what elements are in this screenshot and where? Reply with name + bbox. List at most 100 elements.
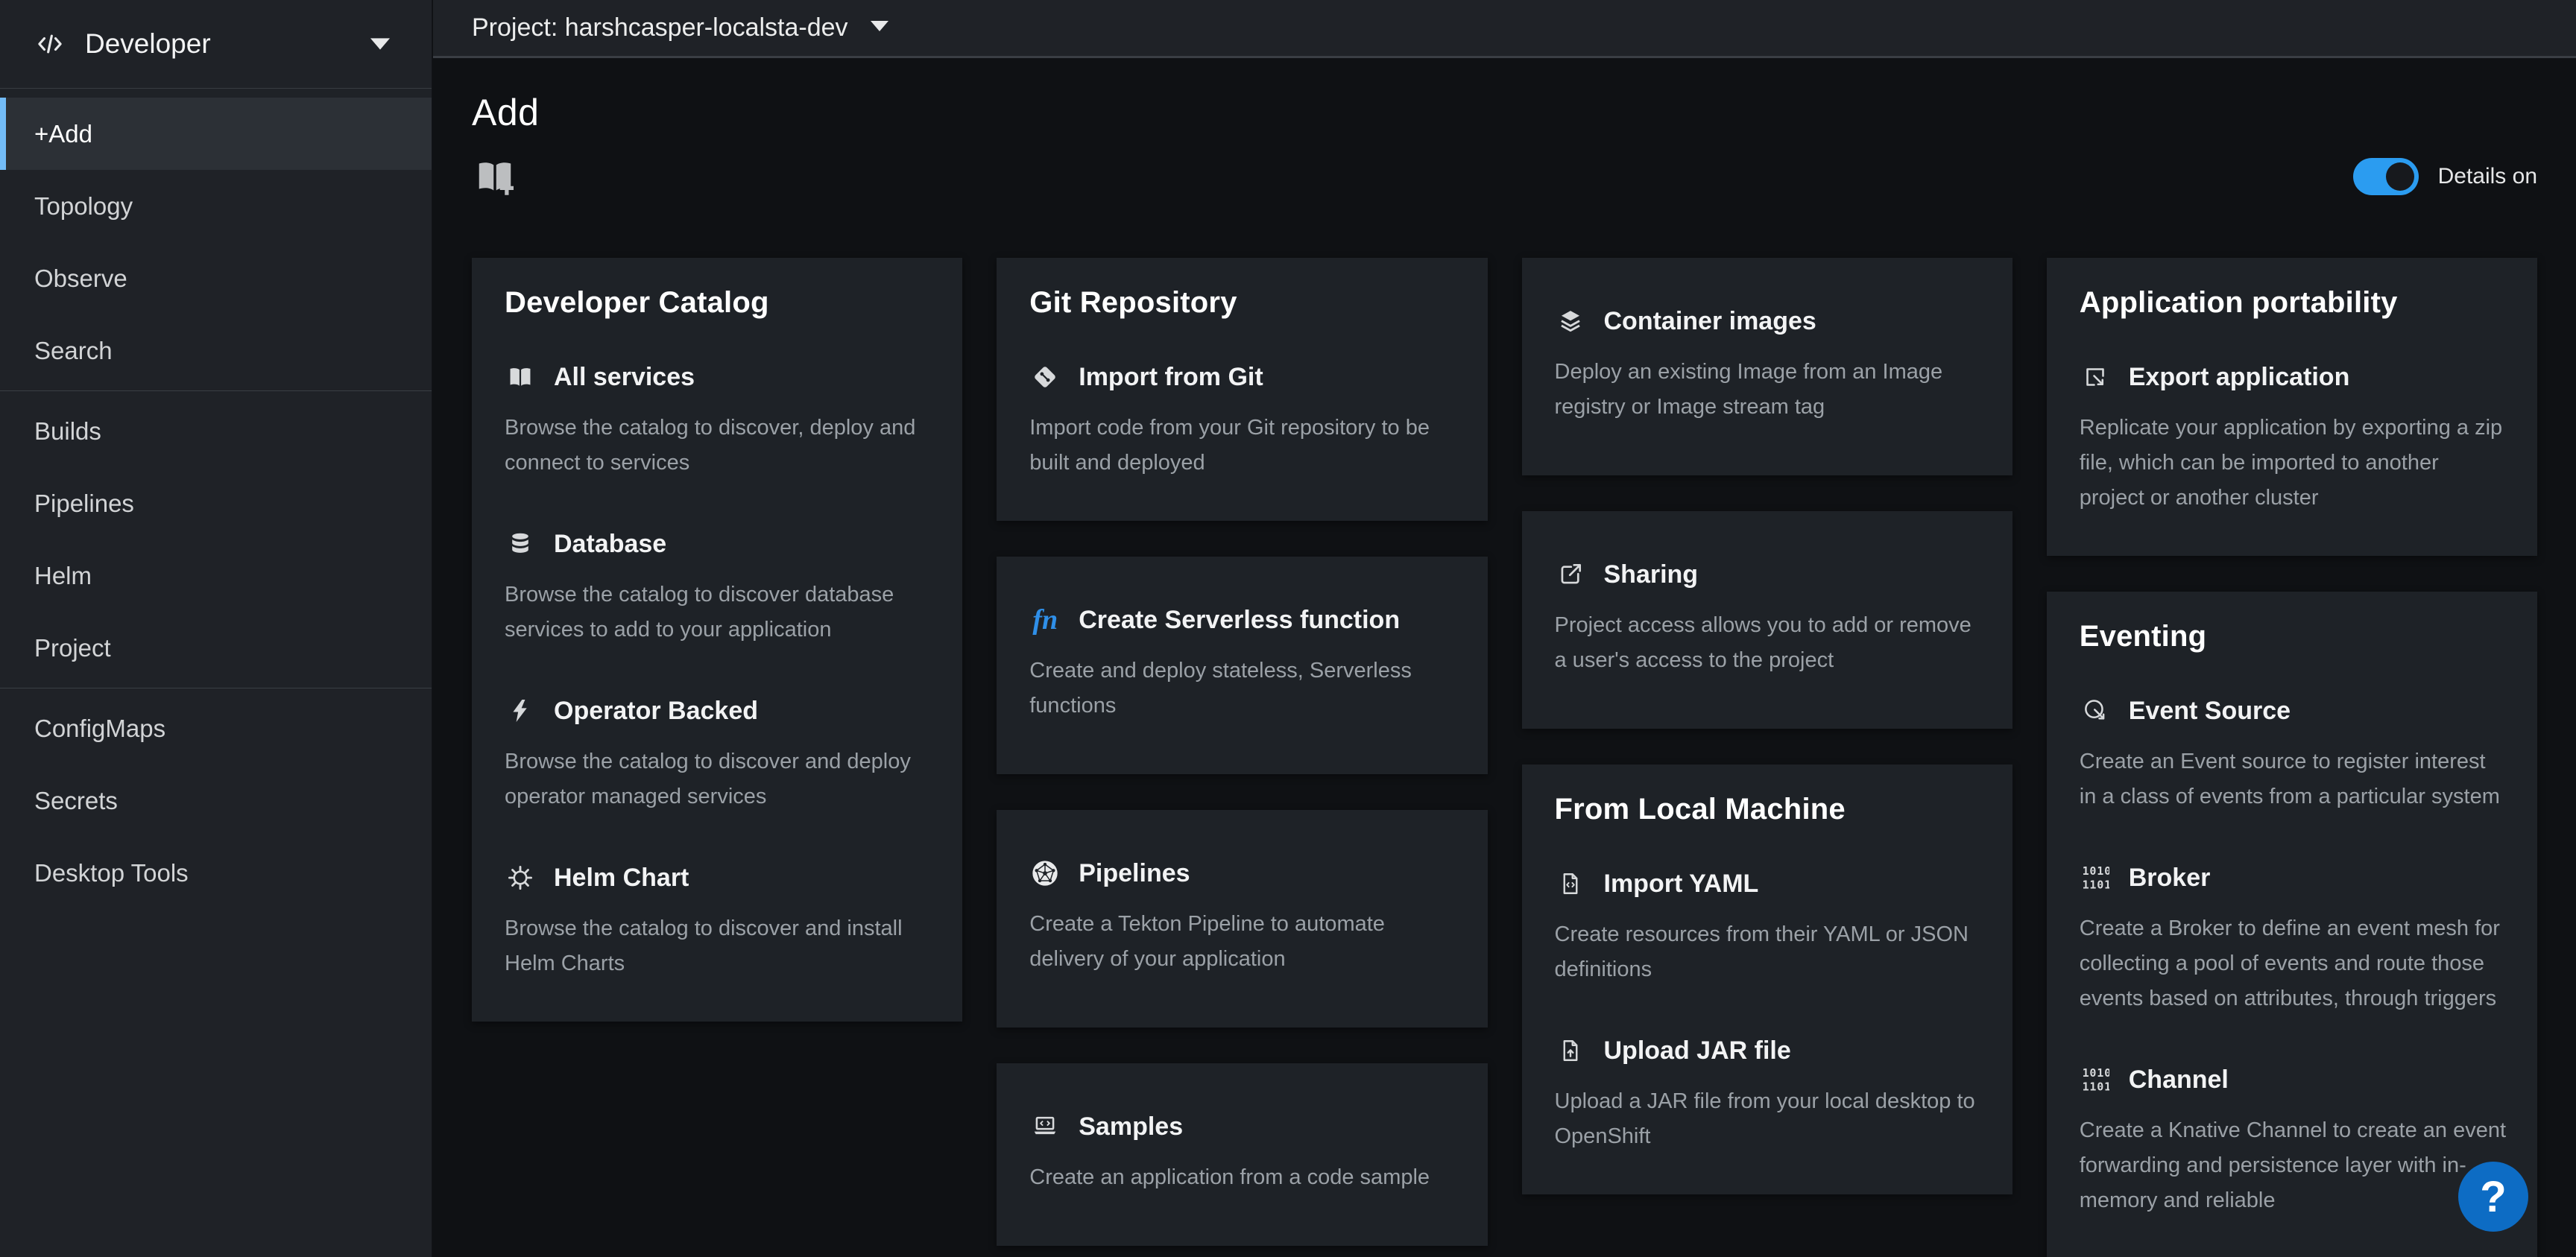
binary-icon: 10101101 bbox=[2080, 862, 2111, 893]
add-item-label: Database bbox=[554, 530, 666, 559]
card-title: Eventing bbox=[2080, 620, 2507, 653]
card-pipelines[interactable]: Pipelines Create a Tekton Pipeline to au… bbox=[997, 810, 1487, 1028]
add-item-sharing[interactable]: Sharing Project access allows you to add… bbox=[1555, 559, 1983, 678]
add-item-description: Import code from your Git repository to … bbox=[1029, 411, 1457, 481]
add-item-database[interactable]: Database Browse the catalog to discover … bbox=[505, 528, 932, 648]
add-item-channel[interactable]: 10101101 Channel Create a Knative Channe… bbox=[2080, 1064, 2507, 1218]
card-samples[interactable]: Samples Create an application from a cod… bbox=[997, 1063, 1487, 1246]
svg-text:1101: 1101 bbox=[2082, 878, 2109, 891]
add-item-all-services[interactable]: All services Browse the catalog to disco… bbox=[505, 361, 932, 481]
add-item-samples[interactable]: Samples Create an application from a cod… bbox=[1029, 1111, 1457, 1195]
chevron-down-icon bbox=[871, 20, 888, 36]
add-item-helm-chart[interactable]: Helm Chart Browse the catalog to discove… bbox=[505, 862, 932, 981]
card-container-images[interactable]: Container images Deploy an existing Imag… bbox=[1522, 258, 2012, 475]
add-cards-grid: Developer Catalog All services Browse th… bbox=[472, 258, 2537, 1257]
sidebar-item-observe[interactable]: Observe bbox=[0, 242, 432, 314]
card-column: Application portability Export applicati… bbox=[2047, 258, 2537, 1257]
add-item-import-yaml[interactable]: Import YAML Create resources from their … bbox=[1555, 868, 1983, 987]
add-item-label: Container images bbox=[1604, 307, 1816, 336]
sidebar-item-topology[interactable]: Topology bbox=[0, 170, 432, 242]
event-source-icon bbox=[2080, 695, 2111, 726]
sidebar-item-builds[interactable]: Builds bbox=[0, 395, 432, 467]
add-item-description: Create resources from their YAML or JSON… bbox=[1555, 917, 1983, 987]
layers-icon bbox=[1555, 305, 1586, 337]
export-icon bbox=[2080, 361, 2111, 393]
catalog-book-icon bbox=[505, 361, 536, 393]
add-item-description: Create and deploy stateless, Serverless … bbox=[1029, 653, 1457, 724]
add-item-label: Channel bbox=[2129, 1066, 2229, 1095]
add-item-operator-backed[interactable]: Operator Backed Browse the catalog to di… bbox=[505, 695, 932, 814]
add-item-pipelines[interactable]: Pipelines Create a Tekton Pipeline to au… bbox=[1029, 858, 1457, 977]
share-icon bbox=[1555, 559, 1586, 590]
file-code-icon bbox=[1555, 868, 1586, 899]
add-item-label: Import from Git bbox=[1079, 363, 1263, 392]
samples-laptop-icon bbox=[1029, 1111, 1061, 1142]
card-serverless-function[interactable]: fn Create Serverless function Create and… bbox=[997, 557, 1487, 774]
page-title: Add bbox=[472, 91, 2537, 134]
card-eventing: Eventing Event Source Create an Event so… bbox=[2047, 592, 2537, 1257]
project-selector-label: Project: harshcasper-localsta-dev bbox=[472, 13, 848, 42]
add-item-label: Samples bbox=[1079, 1112, 1183, 1142]
binary-icon: 10101101 bbox=[2080, 1064, 2111, 1095]
add-item-description: Create a Broker to define an event mesh … bbox=[2080, 911, 2507, 1016]
add-item-create-serverless-function[interactable]: fn Create Serverless function Create and… bbox=[1029, 604, 1457, 724]
database-icon bbox=[505, 528, 536, 560]
helm-icon bbox=[505, 862, 536, 893]
add-item-label: Create Serverless function bbox=[1079, 606, 1400, 635]
add-item-label: Export application bbox=[2129, 363, 2350, 392]
add-item-event-source[interactable]: Event Source Create an Event source to r… bbox=[2080, 695, 2507, 814]
perspective-switcher[interactable]: Developer bbox=[0, 0, 432, 89]
sidebar: Developer +Add Topology Observe Search B… bbox=[0, 0, 432, 1257]
sidebar-item-search[interactable]: Search bbox=[0, 314, 432, 387]
card-title: Developer Catalog bbox=[505, 286, 932, 320]
add-item-description: Browse the catalog to discover and insta… bbox=[505, 911, 932, 981]
sidebar-item-desktop-tools[interactable]: Desktop Tools bbox=[0, 837, 432, 909]
add-item-import-from-git[interactable]: Import from Git Import code from your Gi… bbox=[1029, 361, 1457, 481]
sidebar-item-add[interactable]: +Add bbox=[0, 98, 432, 170]
details-toggle-switch[interactable] bbox=[2353, 158, 2419, 195]
code-icon bbox=[34, 28, 66, 60]
card-title: From Local Machine bbox=[1555, 793, 1983, 826]
project-selector[interactable]: Project: harshcasper-localsta-dev bbox=[433, 0, 2576, 58]
add-item-description: Browse the catalog to discover, deploy a… bbox=[505, 411, 932, 481]
add-item-description: Replicate your application by exporting … bbox=[2080, 411, 2507, 516]
pipelines-tekton-icon bbox=[1029, 858, 1061, 889]
card-column: Git Repository Import from Git Import co… bbox=[997, 258, 1487, 1246]
add-item-description: Create a Knative Channel to create an ev… bbox=[2080, 1113, 2507, 1218]
add-item-upload-jar-file[interactable]: Upload JAR file Upload a JAR file from y… bbox=[1555, 1035, 1983, 1154]
add-item-broker[interactable]: 10101101 Broker Create a Broker to defin… bbox=[2080, 862, 2507, 1016]
card-column: Developer Catalog All services Browse th… bbox=[472, 258, 962, 1022]
add-item-label: Sharing bbox=[1604, 560, 1699, 589]
add-item-description: Create an Event source to register inter… bbox=[2080, 744, 2507, 814]
add-item-description: Create an application from a code sample bbox=[1029, 1160, 1457, 1195]
add-item-description: Create a Tekton Pipeline to automate del… bbox=[1029, 907, 1457, 977]
card-git-repository: Git Repository Import from Git Import co… bbox=[997, 258, 1487, 521]
card-from-local-machine: From Local Machine Import YAML Create re… bbox=[1522, 764, 2012, 1194]
add-item-label: Upload JAR file bbox=[1604, 1036, 1791, 1066]
add-item-label: Helm Chart bbox=[554, 864, 689, 893]
svg-text:1010: 1010 bbox=[2082, 1066, 2109, 1080]
add-item-container-images[interactable]: Container images Deploy an existing Imag… bbox=[1555, 305, 1983, 425]
sidebar-item-configmaps[interactable]: ConfigMaps bbox=[0, 692, 432, 764]
add-item-description: Deploy an existing Image from an Image r… bbox=[1555, 355, 1983, 425]
card-title: Application portability bbox=[2080, 286, 2507, 320]
main-area: Project: harshcasper-localsta-dev Add De… bbox=[433, 0, 2576, 1257]
toggle-knob bbox=[2386, 162, 2414, 191]
card-sharing[interactable]: Sharing Project access allows you to add… bbox=[1522, 511, 2012, 729]
sidebar-item-pipelines[interactable]: Pipelines bbox=[0, 467, 432, 539]
sidebar-divider bbox=[0, 390, 432, 391]
add-item-label: Import YAML bbox=[1604, 870, 1759, 899]
add-item-export-application[interactable]: Export application Replicate your applic… bbox=[2080, 361, 2507, 516]
sidebar-item-secrets[interactable]: Secrets bbox=[0, 764, 432, 837]
sidebar-item-project[interactable]: Project bbox=[0, 612, 432, 684]
add-item-label: Pipelines bbox=[1079, 859, 1190, 888]
help-button[interactable]: ? bbox=[2458, 1162, 2528, 1232]
sidebar-nav: +Add Topology Observe Search Builds Pipe… bbox=[0, 89, 432, 909]
add-item-label: Broker bbox=[2129, 864, 2211, 893]
add-item-description: Browse the catalog to discover and deplo… bbox=[505, 744, 932, 814]
book-plus-icon bbox=[472, 153, 518, 200]
quick-starts-button[interactable] bbox=[472, 153, 518, 200]
git-icon bbox=[1029, 361, 1061, 393]
svg-text:1010: 1010 bbox=[2082, 864, 2109, 878]
sidebar-item-helm[interactable]: Helm bbox=[0, 539, 432, 612]
